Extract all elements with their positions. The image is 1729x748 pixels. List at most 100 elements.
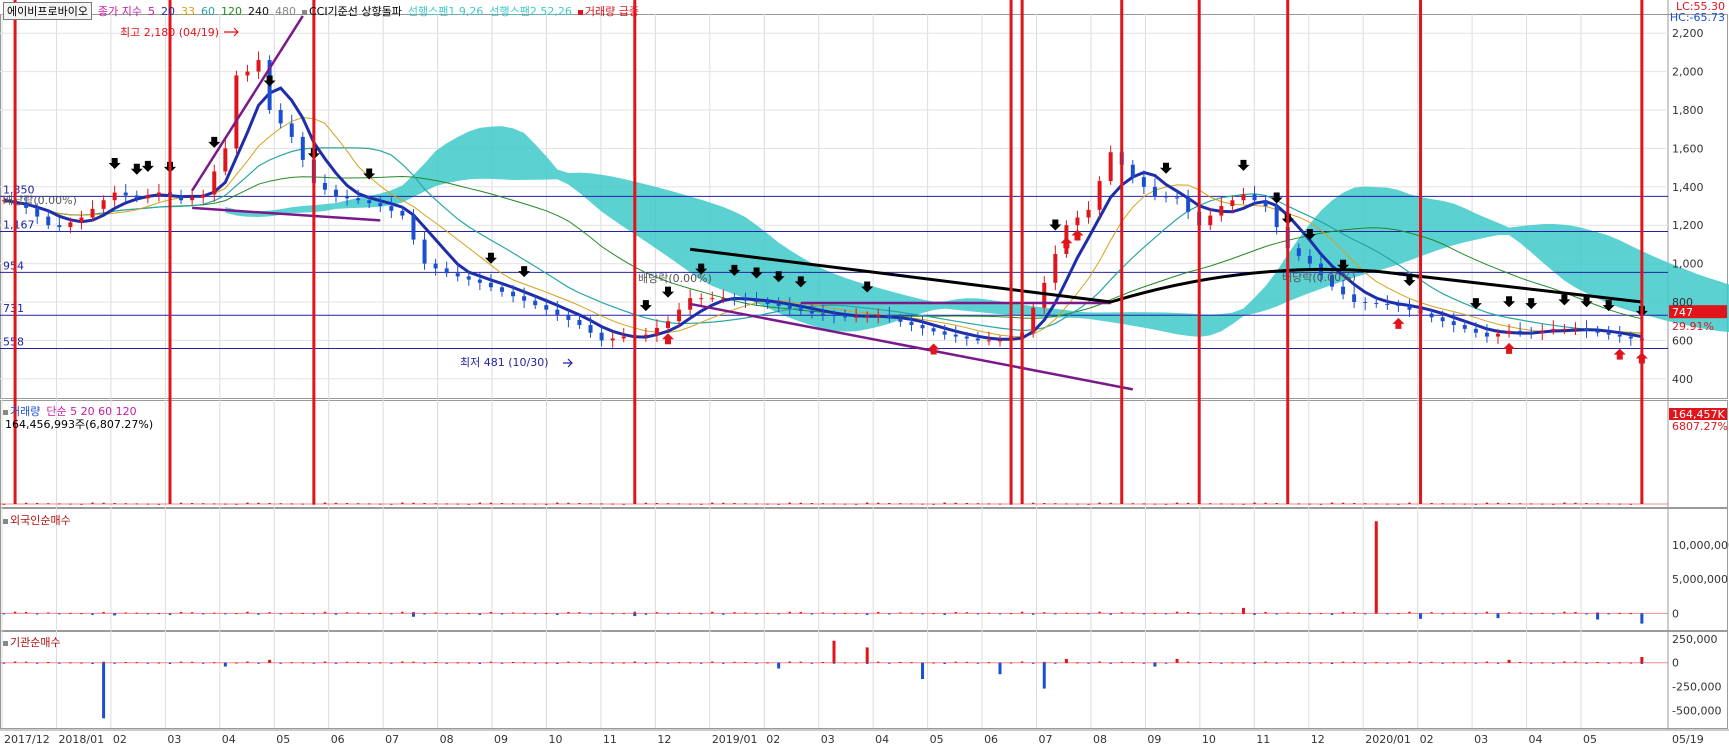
volume-bar [677, 503, 681, 505]
institution-bar [1198, 662, 1201, 664]
volume-bar [1209, 503, 1212, 505]
grid-lines [0, 14, 1668, 728]
foreign-bar [511, 612, 515, 614]
foreign-legend: 외국인순매수 [3, 512, 71, 528]
foreign-bar [24, 611, 28, 614]
volume-bar [943, 502, 946, 504]
candle-body [234, 75, 239, 149]
foreign-bar [1131, 612, 1134, 614]
candle-body [322, 182, 327, 190]
foreign-bar [36, 613, 39, 615]
volume-bar [545, 503, 548, 505]
candle-body [809, 310, 814, 314]
volume-bar [334, 502, 338, 504]
volume-bar [1054, 503, 1057, 505]
institution-bar [1009, 662, 1013, 664]
institution-bar [921, 662, 925, 680]
institution-bar [866, 662, 869, 665]
foreign-bar [1474, 613, 1478, 615]
institution-bar [567, 661, 570, 663]
candle-body [754, 300, 759, 302]
candle-body [1374, 302, 1379, 304]
ma-33-label: 33 [180, 4, 195, 18]
volume-bar [113, 502, 116, 504]
volume-bar [58, 503, 61, 505]
institution-bar [157, 662, 161, 664]
foreign-bar [943, 613, 946, 615]
candle-body [776, 303, 781, 306]
foreign-bar [379, 612, 382, 614]
foreign-bar [622, 613, 625, 615]
volume-bar [1330, 502, 1334, 504]
foreign-bar [1585, 613, 1588, 615]
candle-body [1440, 317, 1445, 322]
foreign-bar [1341, 611, 1345, 614]
institution-bar [1054, 662, 1057, 664]
institution-bar [1585, 662, 1588, 664]
institution-bar [832, 662, 836, 664]
institution-bar [1441, 662, 1444, 664]
candle-body [212, 171, 217, 195]
foreign-bar [323, 611, 327, 614]
sell-signal-arrow-icon [208, 136, 221, 148]
foreign-bar [190, 612, 194, 614]
foreign-bar [168, 613, 172, 615]
candle-body [455, 273, 460, 277]
foreign-bar [700, 613, 703, 615]
foreign-bar [1330, 613, 1334, 615]
cci-label: CCI기준선 상향돌파 [301, 3, 402, 19]
candle-body [743, 299, 748, 301]
candle-body [179, 196, 184, 201]
institution-bar [1319, 662, 1323, 664]
candle-body [1175, 197, 1180, 199]
volume-bar [1364, 503, 1367, 505]
candle-body [1451, 321, 1456, 326]
volume-bar [854, 503, 858, 505]
volume-bar [888, 502, 891, 504]
volume-bar [788, 502, 791, 504]
volume-bar [467, 503, 470, 505]
candle-body [1562, 328, 1567, 330]
institution-bar [356, 662, 360, 664]
foreign-bar [611, 613, 614, 615]
candle-body [79, 217, 84, 223]
candle-body [389, 206, 394, 211]
x-tick-label: 09 [1147, 733, 1161, 746]
institution-bar [13, 661, 17, 663]
candle-body [57, 225, 62, 228]
institution-bar [1275, 662, 1278, 664]
volume-bar [700, 503, 703, 505]
institution-bar [1308, 662, 1312, 664]
foreign-bar [910, 612, 913, 614]
sell-signal-arrow-icon [141, 160, 154, 172]
foreign-bar [600, 612, 603, 614]
foreign-bar [91, 613, 94, 615]
institution-bar [279, 662, 282, 664]
foreign-bar [246, 611, 249, 614]
volume-bar [168, 0, 172, 504]
foreign-bar [1574, 611, 1577, 614]
candle-body [1031, 307, 1036, 333]
institution-bar [1087, 662, 1090, 664]
foreign-bar [854, 613, 858, 615]
volume-bar [390, 503, 393, 505]
x-tick-label: 06 [331, 733, 345, 746]
candle-body [1584, 328, 1589, 331]
y-tick-label: 1,200 [1672, 219, 1704, 232]
institution-bar [2, 662, 6, 664]
stock-name[interactable]: 에이비프로바이오 [3, 2, 92, 20]
ma-240-label: 240 [247, 4, 269, 18]
institution-bar [1042, 662, 1046, 689]
institution-y-tick-label: 250,000 [1672, 633, 1718, 646]
institution-bar [290, 662, 293, 664]
volume-bar [500, 502, 504, 504]
institution-bar [744, 662, 747, 664]
institution-bar [655, 661, 659, 663]
volume-bar [644, 502, 648, 504]
foreign-bar [1109, 613, 1112, 615]
institution-bar [688, 662, 692, 664]
ma-480-label: 480 [274, 4, 296, 18]
candle-body [666, 321, 670, 328]
candle-body [289, 123, 294, 137]
volume-bar [1375, 503, 1378, 505]
